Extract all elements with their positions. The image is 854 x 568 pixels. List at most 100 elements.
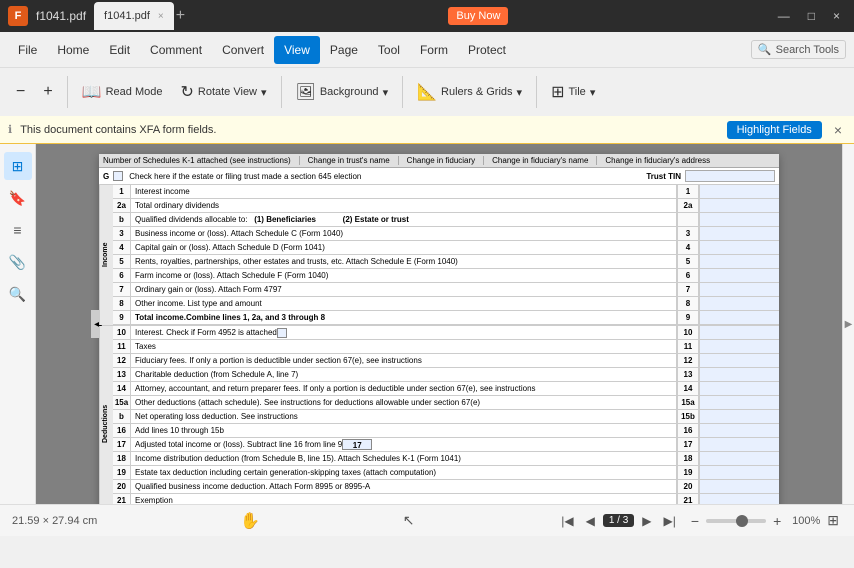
row-value-field[interactable]: [699, 452, 779, 465]
row-value-field[interactable]: [699, 480, 779, 493]
row-value-field[interactable]: [699, 368, 779, 381]
nav-convert[interactable]: Convert: [212, 36, 274, 64]
row-value-field[interactable]: [699, 185, 779, 198]
row-label: Qualified business income deduction. Att…: [131, 480, 677, 493]
first-page-btn[interactable]: |◀: [557, 512, 577, 530]
row-value-field[interactable]: [699, 255, 779, 268]
last-page-btn[interactable]: ▶|: [660, 512, 680, 530]
hand-tool-btn[interactable]: ✋: [240, 511, 260, 531]
row-right-num: 2a: [677, 199, 699, 212]
read-mode-btn[interactable]: 📖 Read Mode: [74, 74, 171, 110]
row-value-field[interactable]: [699, 382, 779, 395]
row-right-num: 11: [677, 340, 699, 353]
nav-view[interactable]: View: [274, 36, 320, 64]
nav-file[interactable]: File: [8, 36, 47, 64]
buy-now-btn[interactable]: Buy Now: [448, 7, 508, 25]
row-right-num: 7: [677, 283, 699, 296]
table-row: 8 Other income. List type and amount 8: [113, 297, 779, 311]
table-row: 9 Total income. Combine lines 1, 2a, and…: [113, 311, 779, 325]
row-number: 14: [113, 382, 131, 395]
sidebar-bookmarks-btn[interactable]: 🔖: [4, 184, 32, 212]
row-value-field[interactable]: [699, 396, 779, 409]
nav-tool[interactable]: Tool: [368, 36, 410, 64]
table-row: 6 Farm income or (loss). Attach Schedule…: [113, 269, 779, 283]
table-row: 18 Income distribution deduction (from S…: [113, 452, 779, 466]
row-number: b: [113, 410, 131, 423]
rotate-view-btn[interactable]: ↻ Rotate View ▾: [172, 74, 274, 110]
active-tab[interactable]: f1041.pdf ×: [94, 2, 174, 30]
tile-btn[interactable]: ⊞ Tile ▾: [543, 74, 603, 110]
row-value-field[interactable]: [699, 466, 779, 479]
row-value-field[interactable]: [699, 241, 779, 254]
row-value-field[interactable]: [699, 424, 779, 437]
row-number: 18: [113, 452, 131, 465]
pdf-page: Number of Schedules K-1 attached (see in…: [99, 154, 779, 504]
zoom-slider[interactable]: [706, 519, 766, 523]
nav-page[interactable]: Page: [320, 36, 368, 64]
row-number: 11: [113, 340, 131, 353]
highlight-fields-btn[interactable]: Highlight Fields: [727, 121, 822, 139]
title-bar: F f1041.pdf f1041.pdf × + Buy Now — □ ×: [0, 0, 854, 32]
nav-comment[interactable]: Comment: [140, 36, 212, 64]
row-value-field[interactable]: [699, 410, 779, 423]
cursor-tool-btn[interactable]: ↖: [403, 512, 415, 529]
right-collapse-btn[interactable]: ▶: [845, 319, 853, 330]
nav-protect[interactable]: Protect: [458, 36, 516, 64]
row-value-field[interactable]: [699, 326, 779, 339]
maximize-btn[interactable]: □: [802, 7, 821, 25]
nav-form[interactable]: Form: [410, 36, 458, 64]
row-value-field[interactable]: [699, 354, 779, 367]
minimize-btn[interactable]: —: [772, 7, 796, 25]
section-645-checkbox[interactable]: [113, 171, 123, 181]
sidebar-pages-btn[interactable]: ⊞: [4, 152, 32, 180]
row-value-field[interactable]: [699, 311, 779, 324]
zoom-level-label: 100%: [788, 515, 820, 527]
zoom-thumb: [736, 515, 748, 527]
notification-close-btn[interactable]: ×: [830, 122, 846, 138]
row-value-field[interactable]: [699, 340, 779, 353]
zoom-in-icon: +: [43, 83, 52, 101]
prev-page-btn[interactable]: ◀: [582, 512, 599, 530]
next-page-btn[interactable]: ▶: [638, 512, 655, 530]
income-label: Income: [99, 185, 113, 325]
fit-page-btn[interactable]: ⊞: [824, 512, 842, 529]
new-tab-btn[interactable]: +: [176, 7, 185, 25]
zoom-decrease-btn[interactable]: −: [688, 513, 702, 529]
zoom-in-btn[interactable]: +: [35, 74, 60, 110]
status-bar-right: |◀ ◀ 1 / 3 ▶ ▶| − + 100% ⊞: [557, 512, 842, 530]
nav-edit[interactable]: Edit: [99, 36, 140, 64]
row-value-field[interactable]: [699, 269, 779, 282]
zoom-increase-btn[interactable]: +: [770, 513, 784, 529]
sidebar-search-btn[interactable]: 🔍: [4, 280, 32, 308]
nav-home[interactable]: Home: [47, 36, 99, 64]
sidebar-attachments-btn[interactable]: 📎: [4, 248, 32, 276]
row-label: Business income or (loss). Attach Schedu…: [131, 227, 677, 240]
row-label: Add lines 10 through 15b: [131, 424, 677, 437]
dimensions-label: 21.59 × 27.94 cm: [12, 515, 97, 527]
table-row: 7 Ordinary gain or (loss). Attach Form 4…: [113, 283, 779, 297]
row-label: Charitable deduction (from Schedule A, l…: [131, 368, 677, 381]
trust-tin-field[interactable]: [685, 170, 775, 182]
row-value-field[interactable]: [699, 227, 779, 240]
row-value-field[interactable]: [699, 213, 779, 226]
table-row: b Net operating loss deduction. See inst…: [113, 410, 779, 424]
row-right-num: 6: [677, 269, 699, 282]
row-value-field[interactable]: [699, 494, 779, 504]
search-tools[interactable]: 🔍 Search Tools: [751, 40, 846, 59]
row-value-field[interactable]: [699, 199, 779, 212]
sidebar-layers-btn[interactable]: ≡: [4, 216, 32, 244]
row-value-field[interactable]: [699, 297, 779, 310]
row-value-field[interactable]: [699, 283, 779, 296]
row-right-num: 16: [677, 424, 699, 437]
row-value-field[interactable]: [699, 438, 779, 451]
close-btn[interactable]: ×: [827, 7, 846, 25]
hand-icon: ✋: [240, 511, 260, 531]
row-number: 13: [113, 368, 131, 381]
row-label: Fiduciary fees. If only a portion is ded…: [131, 354, 677, 367]
row-right-num: 9: [677, 311, 699, 324]
pdf-container[interactable]: ◀ Number of Schedules K-1 attached (see …: [36, 144, 842, 504]
rulers-grids-btn[interactable]: 📐 Rulers & Grids ▾: [409, 74, 530, 110]
zoom-out-btn[interactable]: −: [8, 74, 33, 110]
tab-close-btn[interactable]: ×: [158, 11, 164, 22]
background-btn[interactable]: 🖼 Background ▾: [288, 74, 397, 110]
